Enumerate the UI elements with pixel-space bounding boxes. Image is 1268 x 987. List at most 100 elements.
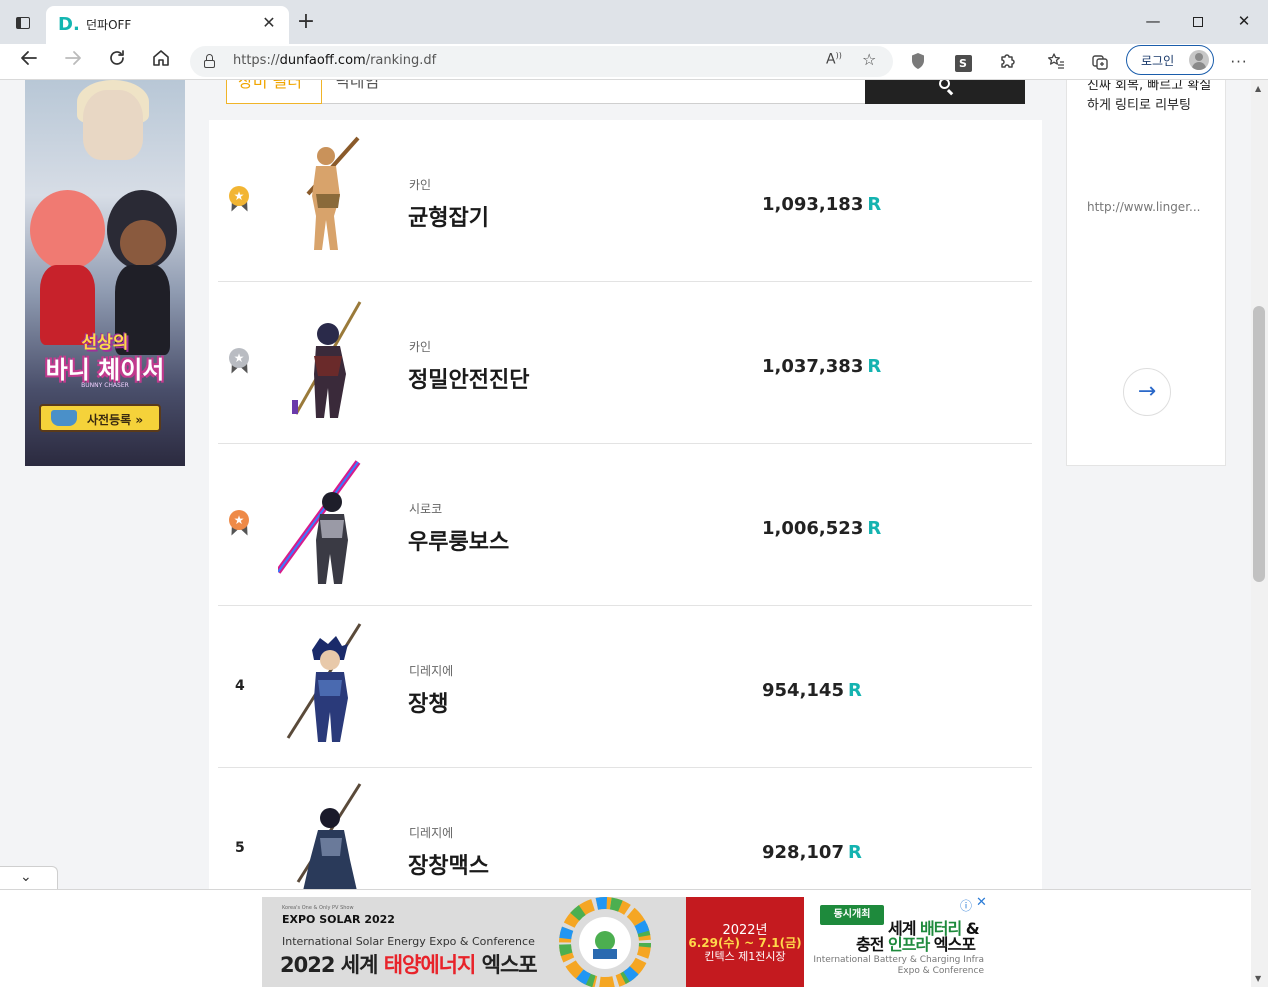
character-sprite-icon [286,623,362,742]
ship-icon [51,410,77,426]
ad-cta-label: 사전등록 » [87,413,144,427]
browser-tab[interactable]: D. 던파OFF ✕ [46,6,289,44]
url-text[interactable]: https://dunfaoff.com/ranking.df [233,53,436,68]
tab-actions-icon[interactable] [10,12,36,34]
rank-number: 4 [235,678,245,694]
expo-name: EXPO SOLAR 2022 [282,913,395,926]
home-button[interactable] [147,48,175,76]
ranking-row[interactable]: 4 디레지에 장챙 954,145 R [218,606,1032,768]
character-sprite-icon [292,301,362,418]
scrollbar-thumb[interactable] [1253,306,1265,582]
address-bar[interactable]: https://dunfaoff.com/ranking.df A)) ☆ [190,46,893,77]
reload-icon [110,50,124,65]
sidebar-ad-card[interactable]: 진짜 회복, 빠르고 확실하게 링티로 리부팅 http://www.linge… [1066,80,1226,466]
sidebar-ad-description: 진짜 회복, 빠르고 확실하게 링티로 리부팅 [1087,80,1212,113]
ad-fine-print [29,446,181,458]
more-menu-icon[interactable]: ··· [1229,52,1249,72]
character-sprite-icon [278,460,361,584]
collections-icon[interactable] [1090,52,1110,72]
page-viewport: 선상의 바니 체이서 BUNNY CHASER 사전등록 » 장비 필터 닉네임… [0,80,1251,987]
read-aloud-icon[interactable]: A)) [826,51,842,68]
collapse-ad-button[interactable]: ⌄ [0,866,58,890]
forward-button[interactable] [59,48,87,76]
ad-preregister-button[interactable]: 사전등록 » [39,404,161,432]
nickname-placeholder: 닉네임 [335,80,380,91]
ranking-row[interactable]: ★ 시로코 우루룽보스 1,006,523 R [218,444,1032,606]
close-window-button[interactable]: ✕ [1221,8,1267,34]
server-name: 디레지에 [409,826,454,840]
rank-score: 1,006,523 R [762,518,882,539]
character-sprite-icon [306,136,360,250]
search-button[interactable] [865,80,1025,104]
ranking-row[interactable]: ★ 카인 정밀안전진단 1,037,383 R [218,282,1032,444]
search-row: 장비 필터 닉네임 [214,80,1025,104]
avatar-icon [1189,50,1209,70]
expo-full-name: International Solar Energy Expo & Confer… [282,935,535,948]
maximize-button[interactable] [1175,8,1221,34]
ad-character-blonde [83,90,143,160]
ranking-row[interactable]: ★ 카인 균형잡기 1,093,183 R [218,120,1032,282]
search-icon [939,80,950,89]
expo-headline: 2022 세계 태양에너지 엑스포 [280,953,538,977]
expo-venue: 킨텍스 제1전시장 [704,950,786,963]
server-name: 카인 [409,340,432,354]
character-nickname[interactable]: 균형잡기 [408,200,489,232]
add-favorite-icon[interactable]: ☆ [862,50,876,69]
filter-label: 장비 필터 [238,80,302,91]
ad-logo-sub: BUNNY CHASER [81,382,129,389]
left-game-ad[interactable]: 선상의 바니 체이서 BUNNY CHASER 사전등록 » [25,80,185,466]
favorites-icon[interactable] [1046,52,1066,72]
shield-extension-icon[interactable] [908,52,928,72]
character-nickname[interactable]: 정밀안전진단 [408,362,529,394]
character-nickname[interactable]: 장챙 [408,686,448,718]
new-tab-button[interactable]: + [294,10,318,34]
forward-arrow-icon [65,51,81,65]
battery-expo-section: 동시개최 세계 배터리 & 충전 인프라 엑스포 International B… [804,895,988,987]
ad-character-face [120,220,166,266]
arrow-right-icon[interactable]: → [1123,368,1171,416]
solar-ring-icon [559,897,651,987]
equipment-filter-tab[interactable]: 장비 필터 [226,80,322,104]
battery-expo-caption: International Battery & Charging Infra E… [813,955,984,976]
silver-medal-icon: ★ [226,348,253,376]
profile-login-button[interactable]: 로그인 [1126,45,1214,75]
character-nickname[interactable]: 우루룽보스 [408,524,509,556]
rank-score: 954,145 R [762,680,862,701]
rank-score: 1,037,383 R [762,356,882,377]
server-name: 카인 [409,178,432,192]
scroll-up-icon[interactable]: ▲ [1255,84,1261,93]
bottom-ad-strip: Korea's One & Only PV Show EXPO SOLAR 20… [0,889,1251,987]
rank-score: 928,107 R [762,842,862,863]
reload-button[interactable] [103,48,131,76]
login-label: 로그인 [1141,54,1175,68]
scroll-down-icon[interactable]: ▼ [1255,974,1261,983]
server-name: 디레지에 [409,664,454,678]
ad-character-redhead [30,190,105,270]
ad-logo-main: 바니 체이서 [45,356,165,384]
ad-close-icon[interactable]: ✕ [976,895,987,910]
browser-toolbar: https://dunfaoff.com/ranking.df A)) ☆ S … [0,44,1268,80]
rank-score: 1,093,183 R [762,194,882,215]
charging-infra-title: 충전 인프라 엑스포 [856,935,976,954]
lock-icon[interactable] [204,54,215,68]
minimize-button[interactable]: — [1130,8,1176,34]
co-hosted-badge: 동시개최 [820,905,884,925]
site-favicon-icon: D. [58,14,80,35]
chevron-down-icon: ⌄ [20,869,32,885]
expo-banner-ad[interactable]: Korea's One & Only PV Show EXPO SOLAR 20… [262,895,988,987]
adchoices-icon[interactable]: ⓘ [960,897,972,914]
server-name: 시로코 [409,502,443,516]
nickname-search-input[interactable]: 닉네임 [322,80,865,104]
gold-medal-icon: ★ [226,186,253,214]
character-nickname[interactable]: 장창맥스 [408,848,489,880]
extensions-puzzle-icon[interactable] [997,52,1017,72]
sidebar-ad-link[interactable]: http://www.linger... [1087,200,1217,214]
page-scrollbar[interactable]: ▲ ▼ [1251,80,1268,987]
rank-number: 5 [235,840,245,856]
back-button[interactable] [15,48,43,76]
tab-title: 던파OFF [86,18,132,32]
tab-close-icon[interactable]: ✕ [259,13,279,32]
browser-titlebar: D. 던파OFF ✕ + — ✕ [0,0,1268,44]
s-extension-icon[interactable]: S [953,52,973,72]
expo-dates-section: 2022년 6.29(수) ~ 7.1(금) 킨텍스 제1전시장 [686,897,804,987]
